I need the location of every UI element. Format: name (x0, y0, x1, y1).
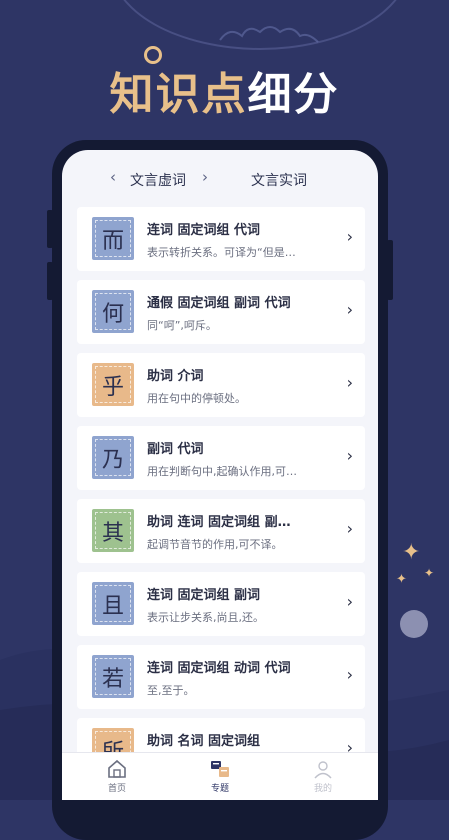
cloud-ornament (219, 26, 319, 43)
phone-side-button (387, 240, 393, 300)
previous-tab-icon[interactable]: ‹ (110, 168, 116, 186)
tab-mine[interactable]: 我的 (288, 759, 358, 794)
tab-topics[interactable]: 专题 (185, 759, 255, 794)
word-card-description: 同“呵”,呵斥。 (147, 319, 217, 332)
word-card-title: 助词 介词 (147, 369, 204, 384)
character-tile: 且 (92, 582, 134, 625)
tab-mine-label: 我的 (313, 784, 332, 794)
word-card-title: 助词 连词 固定词组 副… (147, 515, 291, 530)
word-card[interactable]: 而 连词 固定词组 代词表示转折关系。可译为“但是… › (77, 207, 365, 271)
phone-side-button (47, 262, 53, 300)
orb-decoration (400, 610, 428, 638)
word-card-description: 表示转折关系。可译为“但是… (147, 246, 296, 259)
word-card-description: 至,至于。 (147, 684, 195, 697)
character-glyph: 且 (101, 593, 124, 619)
character-glyph: 乃 (101, 447, 124, 473)
chevron-right-icon: › (346, 227, 353, 246)
headline-part3: 细分 (247, 69, 340, 120)
topics-icon (211, 761, 229, 777)
tab-home[interactable]: 首页 (82, 759, 152, 794)
word-card-description: 用在判断句中,起确认作用,可… (147, 465, 297, 478)
headline-part1: 知识 (109, 69, 202, 120)
word-card[interactable]: 且 连词 固定词组 副词 表示让步关系,尚且,还。 › (77, 572, 365, 636)
character-tile: 其 (92, 509, 134, 552)
character-tile: 何 (92, 290, 134, 333)
character-tile: 而 (92, 217, 134, 260)
headline: 知识点细分 (0, 58, 449, 122)
bottom-tab-bar: 首页 专题 我的 (62, 752, 378, 800)
next-tab-icon[interactable]: › (202, 168, 208, 186)
word-card-title: 助词 名词 固定词组 (147, 734, 261, 749)
word-card[interactable]: 乎 助词 介词用在句中的停顿处。 › (77, 353, 365, 417)
word-card[interactable]: 乃 副词 代词用在判断句中,起确认作用,可… › (77, 426, 365, 490)
character-glyph: 何 (101, 301, 124, 327)
user-icon (314, 761, 332, 779)
word-card-description: 起调节音节的作用,可不译。 (147, 538, 283, 551)
word-card-description: 用在句中的停顿处。 (147, 392, 246, 405)
word-card[interactable]: 其 助词 连词 固定词组 副… 起调节音节的作用,可不译。 › (77, 499, 365, 563)
tab-home-label: 首页 (107, 784, 126, 794)
chevron-right-icon: › (346, 592, 353, 611)
chevron-right-icon: › (346, 665, 353, 684)
phone-side-button (47, 210, 53, 248)
sparkle-icon: ✦ (396, 572, 407, 587)
word-card-title: 通假 固定词组 副词 代词 (147, 296, 291, 311)
character-tile: 乎 (92, 363, 134, 406)
home-icon (108, 759, 126, 778)
character-tile: 若 (92, 655, 134, 698)
character-glyph: 而 (101, 228, 124, 254)
chevron-right-icon: › (346, 519, 353, 538)
tab-content-words[interactable]: 文言实词 (251, 170, 307, 190)
word-card[interactable]: 何 通假 固定词组 副词 代词 同“呵”,呵斥。 › (77, 280, 365, 344)
character-glyph: 乎 (101, 374, 124, 400)
character-glyph: 其 (101, 520, 124, 546)
chevron-right-icon: › (346, 300, 353, 319)
app-screen: ‹ 文言虚词 › 文言实词 而 连词 固定词组 代词表示转折关系。可译为“但是… ›… (62, 150, 378, 800)
word-card-title: 连词 固定词组 副词 (147, 588, 261, 603)
sparkle-icon: ✦ (424, 566, 435, 580)
character-tile: 乃 (92, 436, 134, 479)
word-card-title: 副词 代词 (147, 442, 204, 457)
chevron-right-icon: › (346, 446, 353, 465)
chevron-right-icon: › (346, 373, 353, 392)
word-card[interactable]: 若 连词 固定词组 动词 代词 至,至于。 › (77, 645, 365, 709)
headline-part2: 点 (201, 69, 248, 120)
sparkle-icon: ✦ (402, 540, 421, 565)
tab-function-words[interactable]: 文言虚词 (130, 170, 186, 190)
category-tabs: ‹ 文言虚词 › 文言实词 (62, 150, 378, 210)
word-card-description: 表示让步关系,尚且,还。 (147, 611, 264, 624)
tab-topics-label: 专题 (210, 784, 229, 794)
character-glyph: 若 (101, 666, 124, 692)
word-card-title: 连词 固定词组 动词 代词 (147, 661, 291, 676)
word-card-title: 连词 固定词组 代词 (147, 223, 261, 238)
